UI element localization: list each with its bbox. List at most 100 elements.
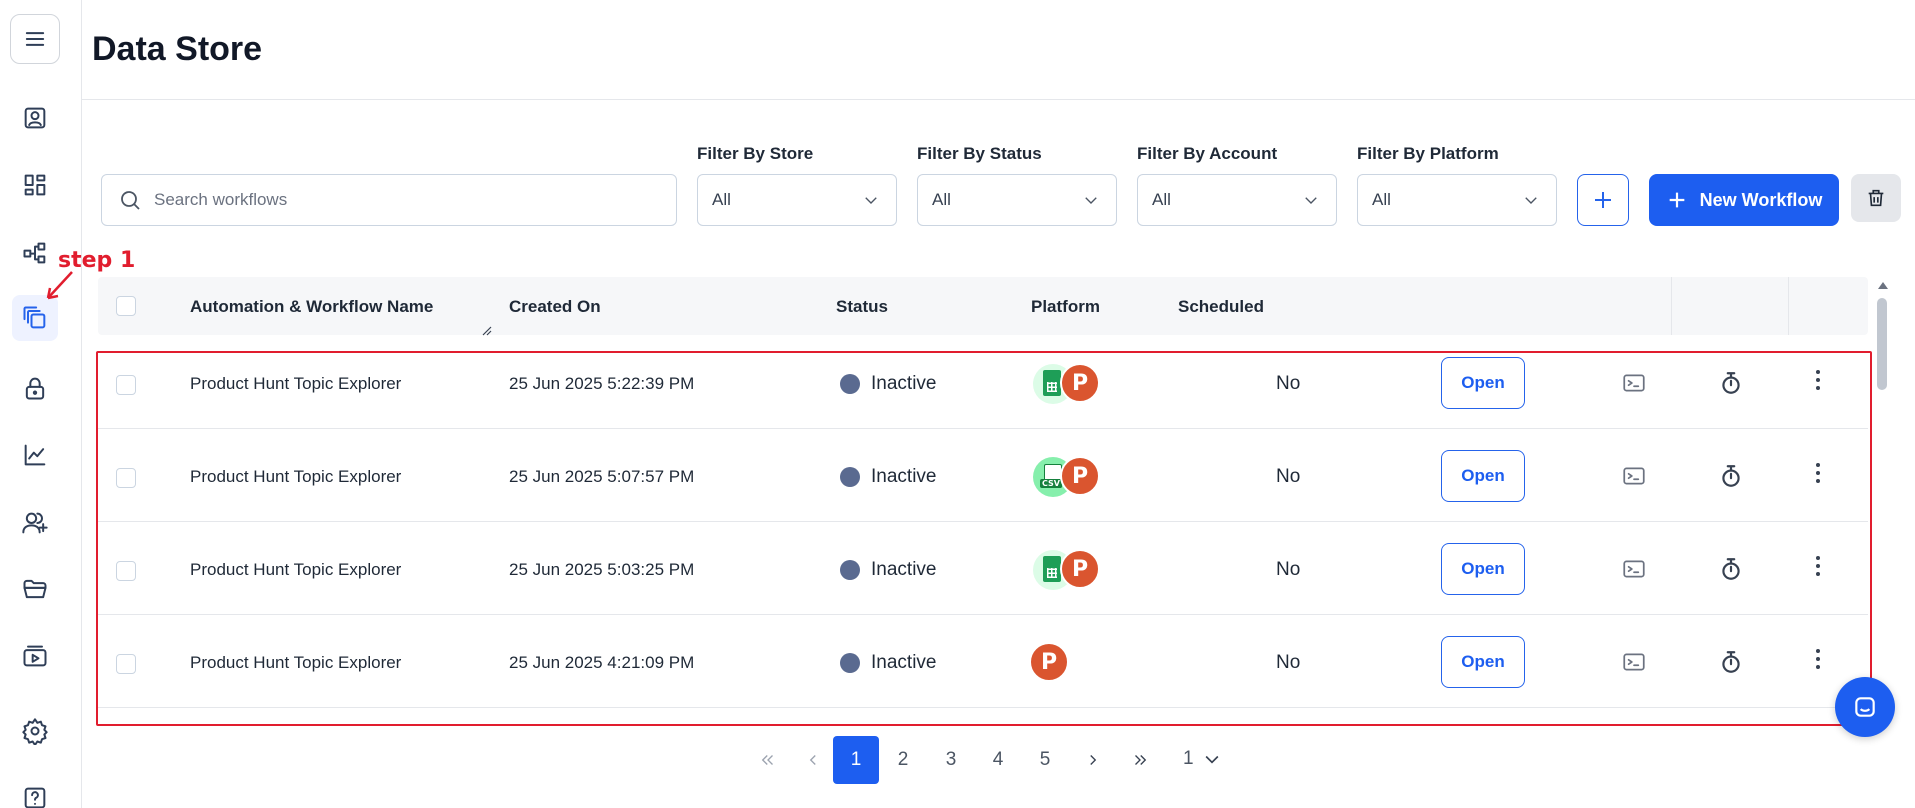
chat-support-button[interactable] bbox=[1835, 677, 1895, 737]
terminal-button[interactable] bbox=[1621, 370, 1647, 396]
open-button[interactable]: Open bbox=[1441, 636, 1525, 688]
table-row[interactable]: Product Hunt Topic Explorer 25 Jun 2025 … bbox=[98, 429, 1868, 522]
terminal-icon bbox=[1623, 653, 1645, 671]
page-button-2[interactable]: 2 bbox=[880, 736, 926, 784]
search-box[interactable] bbox=[101, 174, 677, 226]
table-row[interactable]: Product Hunt Topic Explorer 25 Jun 2025 … bbox=[98, 522, 1868, 615]
sidebar-item-contacts[interactable] bbox=[12, 95, 58, 141]
status-text: Inactive bbox=[871, 559, 937, 580]
timer-button[interactable] bbox=[1718, 370, 1744, 396]
header-divider bbox=[82, 99, 1915, 100]
dashboard-icon bbox=[24, 174, 46, 196]
header-platform[interactable]: Platform bbox=[1031, 297, 1100, 317]
terminal-icon bbox=[1623, 467, 1645, 485]
status-dot bbox=[840, 560, 860, 580]
row-checkbox[interactable] bbox=[116, 654, 136, 674]
terminal-button[interactable] bbox=[1621, 463, 1647, 489]
open-button[interactable]: Open bbox=[1441, 450, 1525, 502]
header-scheduled[interactable]: Scheduled bbox=[1178, 297, 1264, 317]
page-size-value: 1 bbox=[1183, 748, 1194, 769]
sidebar-item-help[interactable] bbox=[12, 775, 58, 808]
delete-button[interactable] bbox=[1851, 174, 1901, 222]
page-button-1[interactable]: 1 bbox=[833, 736, 879, 784]
menu-button[interactable] bbox=[10, 14, 60, 64]
scroll-up-arrow-icon[interactable] bbox=[1878, 282, 1888, 289]
page-button-4[interactable]: 4 bbox=[975, 736, 1021, 784]
timer-button[interactable] bbox=[1718, 463, 1744, 489]
header-status[interactable]: Status bbox=[836, 297, 888, 317]
status-text: Inactive bbox=[871, 373, 937, 394]
terminal-button[interactable] bbox=[1621, 649, 1647, 675]
product-hunt-icon: P bbox=[1029, 642, 1069, 682]
timer-icon bbox=[1722, 465, 1740, 487]
data-store-icon bbox=[23, 306, 46, 329]
sidebar-item-files[interactable] bbox=[12, 566, 58, 612]
chevron-down-icon bbox=[1305, 197, 1317, 204]
double-chevron-right-icon bbox=[1135, 755, 1147, 765]
filter-account-label: Filter By Account bbox=[1137, 144, 1278, 163]
row-checkbox[interactable] bbox=[116, 375, 136, 395]
sidebar-item-analytics[interactable] bbox=[12, 432, 58, 478]
sidebar-item-security[interactable] bbox=[12, 365, 58, 411]
row-checkbox[interactable] bbox=[116, 468, 136, 488]
filter-status-label: Filter By Status bbox=[917, 144, 1042, 163]
new-workflow-button[interactable]: New Workflow bbox=[1649, 174, 1839, 226]
header-created[interactable]: Created On bbox=[509, 297, 601, 317]
filter-platform-label: Filter By Platform bbox=[1357, 144, 1499, 163]
prev-page-button[interactable] bbox=[800, 736, 826, 784]
add-button[interactable] bbox=[1577, 174, 1629, 226]
open-button[interactable]: Open bbox=[1441, 543, 1525, 595]
terminal-icon bbox=[1623, 374, 1645, 392]
open-button[interactable]: Open bbox=[1441, 357, 1525, 409]
plus-icon bbox=[1595, 192, 1611, 208]
filter-platform: Filter By Platform All bbox=[1357, 144, 1557, 226]
first-page-button[interactable] bbox=[752, 736, 784, 784]
page-button-3[interactable]: 3 bbox=[928, 736, 974, 784]
row-menu-button[interactable] bbox=[1813, 647, 1823, 673]
page-button-5[interactable]: 5 bbox=[1022, 736, 1068, 784]
filter-store-select[interactable]: All bbox=[697, 174, 897, 226]
table-row[interactable]: Product Hunt Topic Explorer 25 Jun 2025 … bbox=[98, 336, 1868, 429]
sidebar-item-team[interactable] bbox=[12, 500, 58, 546]
timer-icon bbox=[1722, 558, 1740, 580]
chevron-right-icon bbox=[1090, 755, 1097, 765]
filter-status: Filter By Status All bbox=[917, 144, 1117, 226]
created-on: 25 Jun 2025 4:21:09 PM bbox=[509, 653, 695, 672]
header-name[interactable]: Automation & Workflow Name bbox=[190, 297, 433, 317]
sidebar bbox=[0, 0, 82, 808]
chevron-down-icon bbox=[1525, 197, 1537, 204]
sidebar-item-settings[interactable] bbox=[12, 708, 58, 754]
terminal-button[interactable] bbox=[1621, 556, 1647, 582]
next-page-button[interactable] bbox=[1080, 736, 1106, 784]
sidebar-item-media[interactable] bbox=[12, 633, 58, 679]
row-menu-button[interactable] bbox=[1813, 368, 1823, 394]
page-title: Data Store bbox=[92, 30, 263, 68]
product-hunt-icon: P bbox=[1060, 456, 1100, 496]
row-menu-button[interactable] bbox=[1813, 461, 1823, 487]
created-on: 25 Jun 2025 5:07:57 PM bbox=[509, 467, 695, 486]
search-input[interactable] bbox=[154, 190, 654, 210]
analytics-icon bbox=[24, 444, 46, 466]
filter-platform-select[interactable]: All bbox=[1357, 174, 1557, 226]
timer-button[interactable] bbox=[1718, 556, 1744, 582]
select-all-checkbox[interactable] bbox=[116, 296, 136, 316]
trash-icon bbox=[1868, 189, 1884, 207]
workflow-name: Product Hunt Topic Explorer bbox=[190, 374, 402, 393]
table-row[interactable]: Product Hunt Topic Explorer 25 Jun 2025 … bbox=[98, 615, 1868, 708]
last-page-button[interactable] bbox=[1124, 736, 1156, 784]
sidebar-item-dashboard[interactable] bbox=[12, 162, 58, 208]
filter-status-select[interactable]: All bbox=[917, 174, 1117, 226]
row-menu-button[interactable] bbox=[1813, 554, 1823, 580]
lock-icon bbox=[25, 377, 45, 400]
column-resize-handle[interactable] bbox=[482, 323, 492, 336]
timer-button[interactable] bbox=[1718, 649, 1744, 675]
filter-store-value: All bbox=[712, 190, 731, 209]
row-checkbox[interactable] bbox=[116, 561, 136, 581]
page-size-select[interactable]: 1 bbox=[1183, 748, 1222, 770]
created-on: 25 Jun 2025 5:22:39 PM bbox=[509, 374, 695, 393]
plus-icon bbox=[1669, 192, 1684, 208]
scrollbar-thumb[interactable] bbox=[1877, 298, 1887, 390]
chat-icon bbox=[1855, 697, 1875, 717]
contact-card-icon bbox=[24, 107, 46, 129]
filter-account-select[interactable]: All bbox=[1137, 174, 1337, 226]
